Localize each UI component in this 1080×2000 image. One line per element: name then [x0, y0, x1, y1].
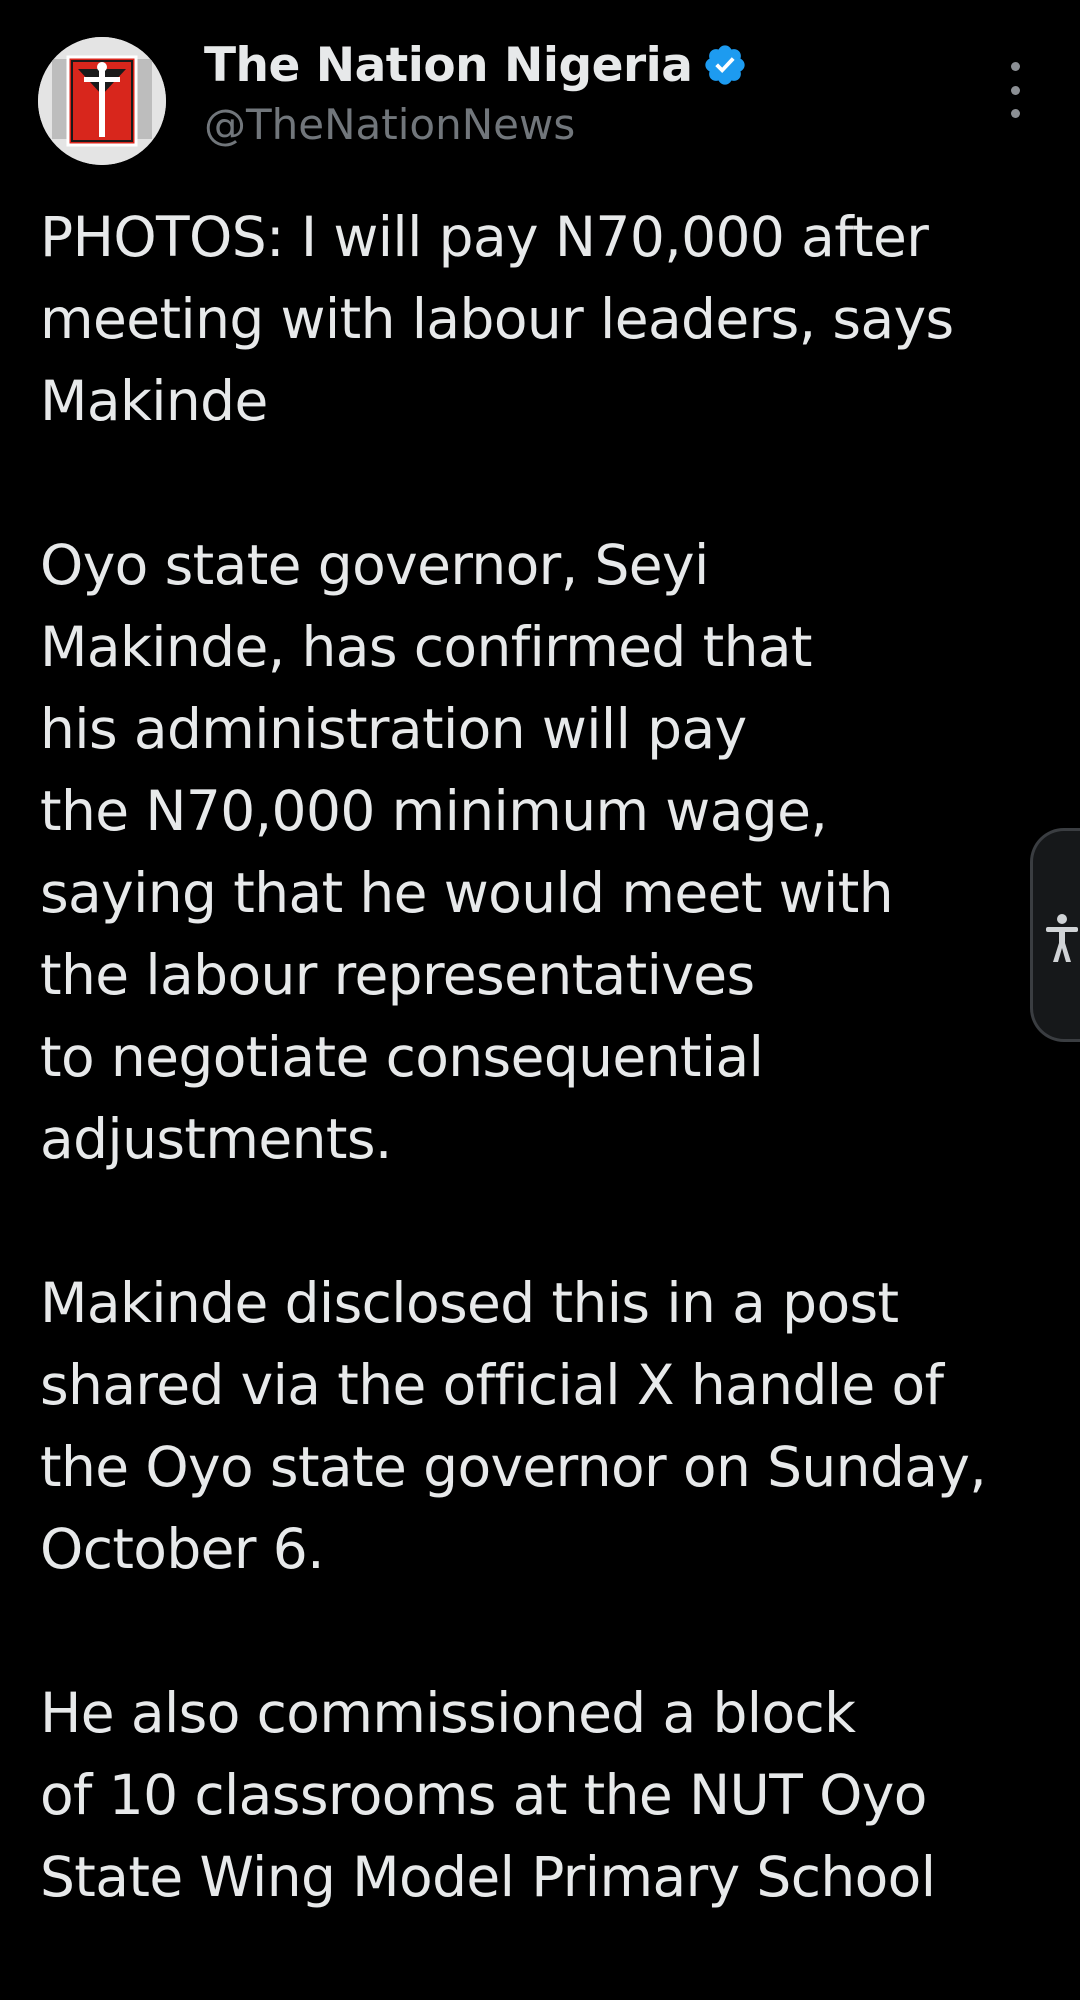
name-row: The Nation Nigeria [204, 34, 748, 96]
tweet-line: Makinde, has confirmed that [40, 615, 813, 679]
tweet-line: shared via the official X handle of [40, 1353, 944, 1417]
tweet-paragraph: He also commissioned a block of 10 class… [40, 1672, 1040, 1918]
tweet-line: the labour representatives [40, 943, 755, 1007]
accessibility-menu-tab[interactable] [1030, 828, 1080, 1042]
tweet-line: Makinde [40, 369, 268, 433]
account-handle[interactable]: @TheNationNews [204, 100, 575, 149]
tweet-line: State Wing Model Primary School [40, 1845, 936, 1909]
tweet-line: the Oyo state governor on Sunday, [40, 1435, 987, 1499]
tweet-paragraph: Oyo state governor, Seyi Makinde, has co… [40, 524, 1040, 1180]
accessibility-icon [1046, 914, 1078, 962]
tweet-line: He also commissioned a block [40, 1681, 856, 1745]
tweet-line: adjustments. [40, 1107, 392, 1171]
tweet-line: the N70,000 minimum wage, [40, 779, 828, 843]
tweet-line: to negotiate consequential [40, 1025, 764, 1089]
tweet-text: PHOTOS: I will pay N70,000 after meeting… [40, 196, 1040, 2000]
tweet-line: meeting with labour leaders, says [40, 287, 954, 351]
tweet-line: Makinde disclosed this in a post [40, 1271, 899, 1335]
screen-bottom-edge [0, 1930, 1080, 1965]
more-vertical-icon[interactable] [990, 62, 1040, 118]
avatar[interactable] [38, 37, 166, 165]
tweet-line: saying that he would meet with [40, 861, 894, 925]
tweet-paragraph-headline: PHOTOS: I will pay N70,000 after meeting… [40, 196, 1040, 442]
tweet-line: of 10 classrooms at the NUT Oyo [40, 1763, 927, 1827]
display-name[interactable]: The Nation Nigeria [204, 38, 693, 93]
more-dot [1010, 62, 1020, 71]
tweet-line: his administration will pay [40, 697, 747, 761]
tweet-header: The Nation Nigeria @TheNationNews [0, 0, 1080, 190]
tweet-line: Oyo state governor, Seyi [40, 533, 709, 597]
verified-badge-icon [702, 42, 748, 88]
tweet-line: October 6. [40, 1517, 325, 1581]
more-dot [1010, 109, 1020, 118]
the-nation-logo-icon [38, 37, 166, 165]
tweet-line: PHOTOS: I will pay N70,000 after [40, 205, 929, 269]
tweet-paragraph: Makinde disclosed this in a post shared … [40, 1262, 1040, 1590]
more-dot [1010, 85, 1020, 95]
